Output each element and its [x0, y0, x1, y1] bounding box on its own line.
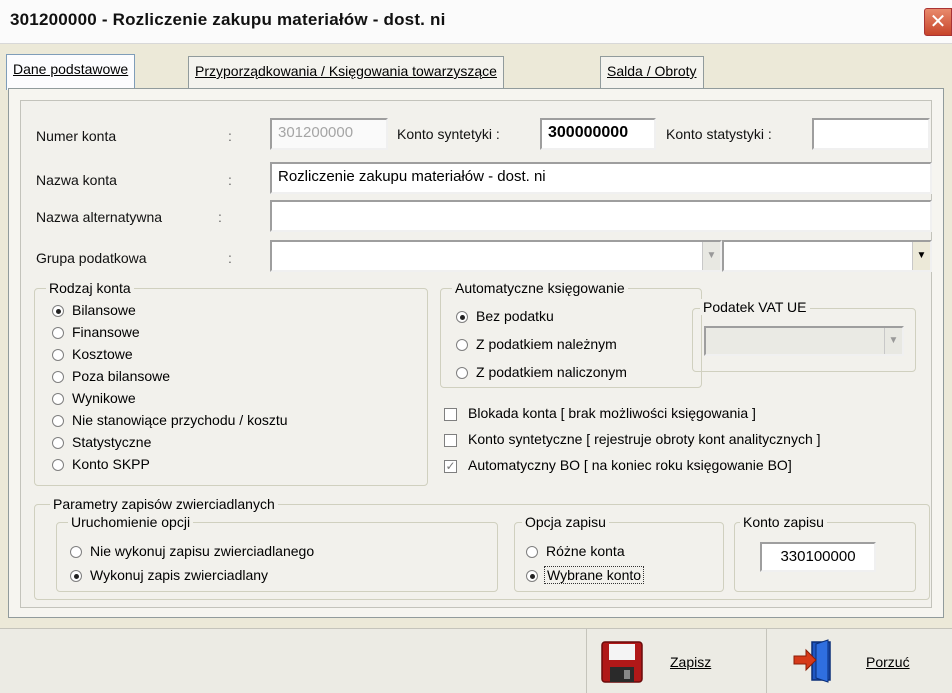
radio-nie-stanowiace[interactable]	[52, 415, 64, 427]
grupa-podatkowa-combo-2[interactable]: ▼	[722, 240, 932, 272]
nazwa-alternatywna-label: Nazwa alternatywna	[36, 209, 163, 225]
konto-syntetyki-field[interactable]: 300000000	[540, 118, 656, 150]
exit-door-icon	[793, 639, 831, 683]
radio-label[interactable]: Z podatkiem naliczonym	[476, 364, 627, 380]
radio-label[interactable]: Wykonuj zapis zwierciadlany	[90, 567, 268, 583]
chevron-down-icon[interactable]: ▼	[702, 242, 720, 270]
grupa-podatkowa-label: Grupa podatkowa	[36, 250, 147, 266]
radio-statystyczne[interactable]	[52, 437, 64, 449]
parametry-title: Parametry zapisów zwierciadlanych	[50, 496, 278, 512]
grupa-podatkowa-combo[interactable]: ▼	[270, 240, 722, 272]
colon: :	[228, 250, 232, 266]
colon: :	[218, 209, 222, 225]
numer-konta-field[interactable]: 301200000	[270, 118, 388, 150]
check-mark-icon: ✓	[445, 459, 456, 473]
radio-label[interactable]: Bez podatku	[476, 308, 554, 324]
tab-salda-obroty[interactable]: Salda / Obroty	[600, 56, 704, 88]
checkbox-blokada-konta[interactable]	[444, 408, 457, 421]
checkbox-label[interactable]: Blokada konta [ brak możliwości księgowa…	[468, 405, 756, 421]
radio-z-podatkiem-naleznym[interactable]	[456, 339, 468, 351]
radio-wynikowe[interactable]	[52, 393, 64, 405]
nazwa-konta-field[interactable]: Rozliczenie zakupu materiałów - dost. ni	[270, 162, 932, 194]
auto-ksiegowanie-title: Automatyczne księgowanie	[452, 280, 628, 296]
radio-label[interactable]: Wybrane konto	[544, 566, 645, 584]
radio-label[interactable]: Z podatkiem należnym	[476, 336, 617, 352]
radio-label[interactable]: Finansowe	[72, 324, 140, 340]
konto-statystyki-field[interactable]	[812, 118, 930, 150]
radio-wybrane-konto[interactable]	[526, 570, 538, 582]
radio-label[interactable]: Bilansowe	[72, 302, 136, 318]
save-button[interactable]: Zapisz	[588, 628, 764, 693]
radio-finansowe[interactable]	[52, 327, 64, 339]
tab-przyporzadkowania[interactable]: Przyporządkowania / Księgowania towarzys…	[188, 56, 504, 88]
vat-ue-title: Podatek VAT UE	[700, 299, 810, 315]
colon: :	[228, 172, 232, 188]
colon: :	[228, 128, 232, 144]
close-button[interactable]: ✕	[924, 8, 952, 36]
radio-label[interactable]: Statystyczne	[72, 434, 151, 450]
radio-z-podatkiem-naliczonym[interactable]	[456, 367, 468, 379]
divider	[586, 628, 587, 693]
radio-konto-skpp[interactable]	[52, 459, 64, 471]
radio-label[interactable]: Konto SKPP	[72, 456, 150, 472]
floppy-disk-icon	[601, 641, 643, 683]
radio-bilansowe[interactable]	[52, 305, 64, 317]
radio-label[interactable]: Różne konta	[546, 543, 625, 559]
radio-rozne-konta[interactable]	[526, 546, 538, 558]
radio-nie-wykonuj[interactable]	[70, 546, 82, 558]
tab-dane-podstawowe[interactable]: Dane podstawowe	[6, 54, 136, 90]
konto-syntetyki-label: Konto syntetyki :	[397, 126, 500, 142]
cancel-label: Porzuć	[866, 654, 910, 670]
rodzaj-konta-title: Rodzaj konta	[46, 280, 134, 296]
nazwa-alternatywna-field[interactable]	[270, 200, 932, 232]
radio-label[interactable]: Poza bilansowe	[72, 368, 170, 384]
konto-zapisu-title: Konto zapisu	[740, 514, 827, 530]
radio-wykonuj[interactable]	[70, 570, 82, 582]
title-bar: 301200000 - Rozliczenie zakupu materiałó…	[0, 0, 952, 44]
radio-label[interactable]: Wynikowe	[72, 390, 136, 406]
konto-statystyki-label: Konto statystyki :	[666, 126, 772, 142]
chevron-down-icon[interactable]: ▼	[884, 328, 902, 354]
opcja-zapisu-title: Opcja zapisu	[522, 514, 609, 530]
numer-konta-label: Numer konta	[36, 128, 117, 144]
radio-kosztowe[interactable]	[52, 349, 64, 361]
radio-label[interactable]: Nie wykonuj zapisu zwierciadlanego	[90, 543, 314, 559]
nazwa-konta-label: Nazwa konta	[36, 172, 117, 188]
window-title: 301200000 - Rozliczenie zakupu materiałó…	[10, 10, 446, 29]
radio-poza-bilansowe[interactable]	[52, 371, 64, 383]
cancel-button[interactable]: Porzuć	[768, 628, 952, 693]
checkbox-label[interactable]: Konto syntetyczne [ rejestruje obroty ko…	[468, 431, 821, 447]
checkbox-konto-syntetyczne[interactable]	[444, 434, 457, 447]
checkbox-label[interactable]: Automatyczny BO [ na koniec roku księgow…	[468, 457, 792, 473]
save-label: Zapisz	[670, 654, 712, 670]
radio-label[interactable]: Kosztowe	[72, 346, 133, 362]
uruchomienie-title: Uruchomienie opcji	[68, 514, 194, 530]
checkbox-automatyczny-bo[interactable]: ✓	[444, 460, 457, 473]
chevron-down-icon[interactable]: ▼	[912, 242, 930, 270]
divider	[766, 628, 767, 693]
radio-label[interactable]: Nie stanowiące przychodu / kosztu	[72, 412, 288, 428]
radio-bez-podatku[interactable]	[456, 311, 468, 323]
vat-ue-combo[interactable]: ▼	[704, 326, 904, 356]
konto-zapisu-field[interactable]: 330100000	[760, 542, 876, 572]
